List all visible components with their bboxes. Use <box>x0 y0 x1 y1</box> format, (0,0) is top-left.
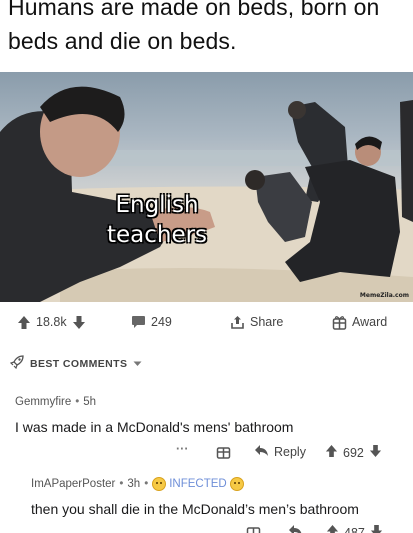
upvote-icon[interactable] <box>325 444 338 461</box>
comment-score: 487 <box>344 525 365 533</box>
share-button[interactable]: Share <box>230 310 283 334</box>
watermark: MemeZila.com <box>359 292 409 299</box>
comment-time: 5h <box>83 396 97 408</box>
user-flair: INFECTED <box>152 477 244 491</box>
comment-icon <box>131 315 146 329</box>
upvote-count: 18.8k <box>36 315 67 329</box>
comment-author[interactable]: ImAPaperPoster <box>31 478 115 490</box>
award-label: Award <box>352 315 388 329</box>
comment-vote-group: 487 <box>326 524 383 533</box>
meme-caption: English teachers <box>92 190 222 250</box>
award-button[interactable]: Award <box>332 310 387 334</box>
comment-actions: 487 <box>0 524 413 533</box>
rocket-icon <box>9 355 24 372</box>
comment-actions: ··· Reply 692 <box>0 442 413 462</box>
reply-button[interactable] <box>288 524 303 533</box>
more-options-button[interactable]: ··· <box>176 442 189 456</box>
separator-dot: • <box>119 478 124 490</box>
downvote-icon[interactable] <box>72 315 86 330</box>
separator-dot: • <box>144 478 149 490</box>
comment-text: I was made in a McDonald's mens' bathroo… <box>15 419 294 435</box>
meme-caption-line2: teachers <box>106 222 208 248</box>
comments-button[interactable]: 249 <box>131 310 172 334</box>
meme-illustration <box>0 86 413 302</box>
comment-sort-dropdown[interactable]: BEST COMMENTS <box>9 355 142 372</box>
gift-icon <box>332 315 347 330</box>
separator-dot: • <box>75 396 80 408</box>
meme-caption-line1: English <box>115 192 199 218</box>
chevron-down-icon <box>133 358 142 370</box>
comment-meta: ImAPaperPoster • 3h • INFECTED <box>31 477 244 491</box>
reply-button[interactable]: Reply <box>254 444 306 460</box>
share-icon <box>230 315 245 330</box>
comment-award-button[interactable] <box>216 444 231 462</box>
comment-text: then you shall die in the McDonald’s men… <box>31 501 359 517</box>
meme-image[interactable]: English teachers MemeZila.com <box>0 72 413 302</box>
post-action-bar: 18.8k 249 Share Award <box>0 308 413 336</box>
comment-award-button[interactable] <box>246 524 261 533</box>
sick-face-icon <box>152 477 167 491</box>
gift-icon <box>246 524 261 533</box>
comment-author[interactable]: Gemmyfire <box>15 396 71 408</box>
comment-score: 692 <box>343 445 364 460</box>
comment-time: 3h <box>127 478 141 490</box>
post-title: Humans are made on beds, born on beds an… <box>8 0 380 54</box>
sick-face-icon <box>229 477 244 491</box>
upvote-icon[interactable] <box>17 315 31 330</box>
downvote-icon[interactable] <box>369 444 382 461</box>
gift-icon <box>216 444 231 462</box>
reply-icon <box>254 444 269 460</box>
comment-count: 249 <box>151 315 172 329</box>
upvote-icon[interactable] <box>326 524 339 533</box>
reply-icon <box>288 524 303 533</box>
comment-vote-group: 692 <box>325 444 382 461</box>
vote-group: 18.8k <box>17 310 86 334</box>
share-label: Share <box>250 315 284 329</box>
comment-meta: Gemmyfire • 5h <box>15 396 96 408</box>
reply-label: Reply <box>274 445 306 459</box>
flair-text: INFECTED <box>169 478 227 490</box>
downvote-icon[interactable] <box>370 524 383 533</box>
more-options-icon: ··· <box>176 442 189 456</box>
comment-sort-label: BEST COMMENTS <box>30 357 128 370</box>
